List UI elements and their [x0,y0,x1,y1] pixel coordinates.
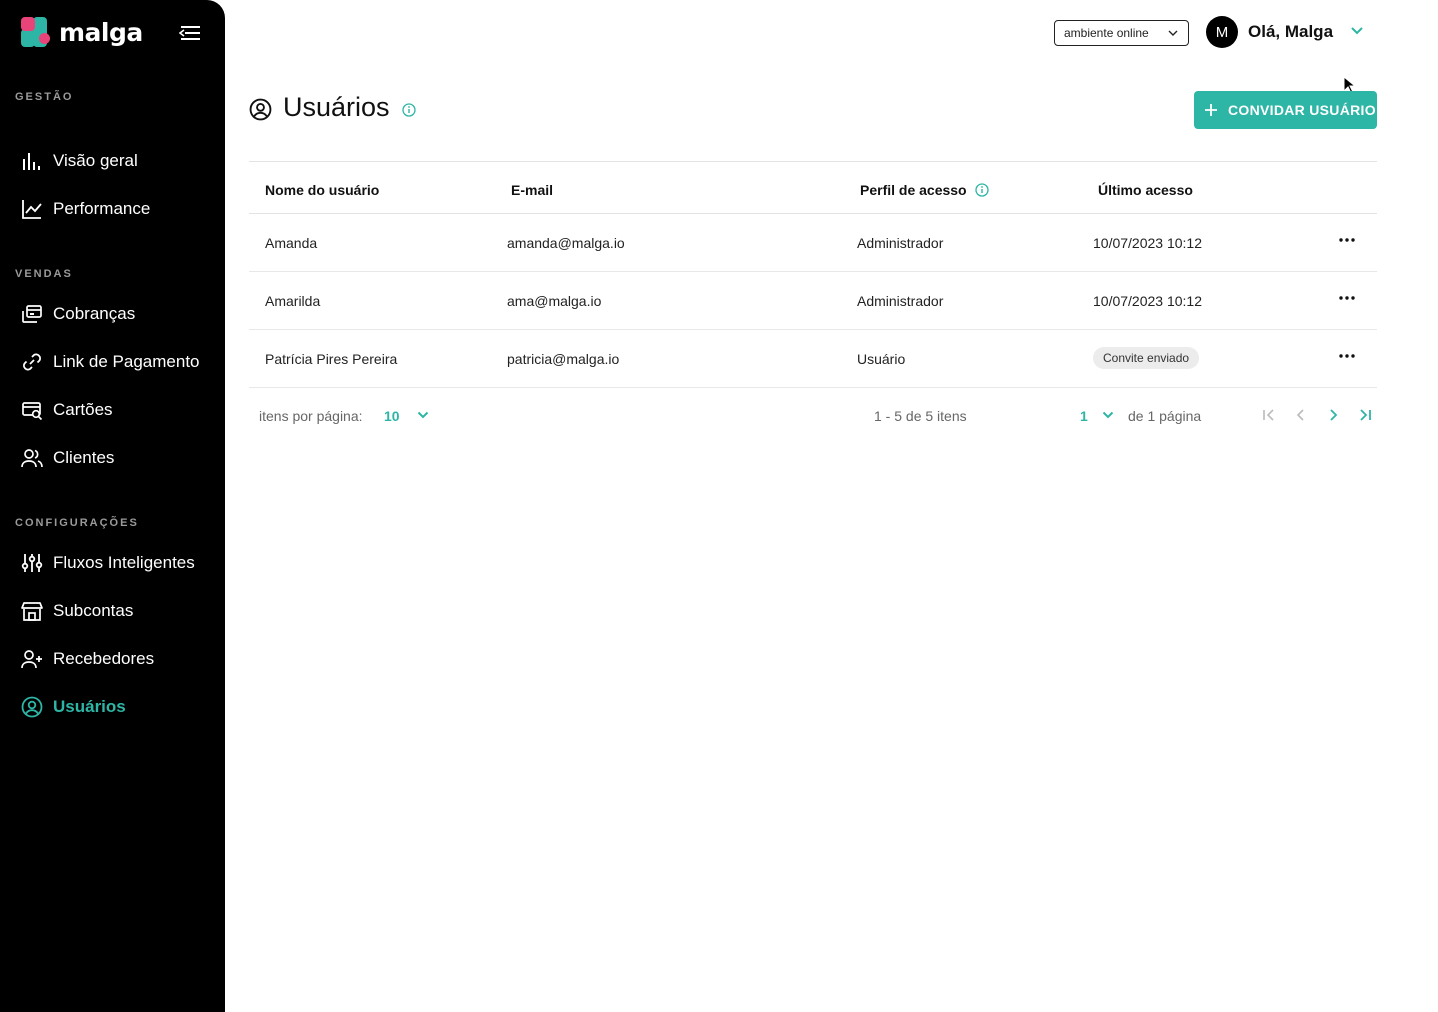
cell-last-access: 10/07/2023 10:12 [1093,293,1202,309]
card-search-icon [22,402,43,421]
sidebar-item-link-de-pagamento[interactable]: Link de Pagamento [21,349,200,375]
last-page-icon[interactable] [1358,408,1372,422]
items-per-page-select[interactable]: 10 [384,408,400,424]
cell-profile: Administrador [857,235,944,251]
sidebar-item-cobrancas[interactable]: Cobranças [21,301,135,327]
bar-chart-icon [23,153,40,170]
sidebar-item-fluxos-inteligentes[interactable]: Fluxos Inteligentes [21,550,195,576]
environment-select[interactable]: ambiente online [1054,20,1189,46]
previous-page-icon[interactable] [1294,408,1308,422]
sidebar-item-label: Performance [53,199,151,218]
chevron-down-icon [1168,30,1178,36]
cell-profile: Administrador [857,293,944,309]
section-label-gestao: GESTÃO [15,91,74,103]
sidebar-item-label: Clientes [53,448,115,467]
invite-user-label: CONVIDAR USUÁRIO [1228,102,1376,118]
cell-name: Patrícia Pires Pereira [265,351,398,367]
sidebar-item-recebedores[interactable]: Recebedores [21,646,154,672]
users-table: Nome do usuário E-mail Perfil de acesso … [249,161,1377,388]
avatar[interactable]: M [1206,16,1238,48]
status-badge: Convite enviado [1093,347,1200,369]
table-row[interactable]: Patrícia Pires Pereira patricia@malga.io… [249,330,1377,388]
link-icon [23,353,41,371]
more-options-icon[interactable] [1339,354,1355,358]
chevron-down-icon[interactable] [417,411,429,419]
sidebar-item-label: Cobranças [53,304,136,323]
user-circle-icon [21,696,43,718]
column-header-last-access: Último acesso [1098,182,1193,198]
sidebar: malga GESTÃO Visão geral Performance VEN… [0,0,225,1012]
user-plus-icon [21,650,42,669]
cell-last-access: 10/07/2023 10:12 [1093,235,1202,251]
pagination: itens por página: 10 1 - 5 de 5 itens 1 … [249,389,1377,443]
sidebar-item-performance[interactable]: Performance [21,196,150,222]
chevron-down-icon[interactable] [1350,26,1364,35]
cell-email: amanda@malga.io [507,235,625,251]
cell-email: ama@malga.io [507,293,602,309]
items-per-page-label: itens por página: [259,408,363,424]
cell-profile: Usuário [857,351,906,367]
column-header-email: E-mail [511,182,554,198]
menu-collapse-icon[interactable] [179,25,201,41]
first-page-icon[interactable] [1262,408,1276,422]
users-icon [21,449,43,468]
cell-name: Amanda [265,235,318,251]
total-pages: de 1 página [1128,408,1202,424]
sidebar-item-label: Recebedores [53,649,155,668]
sidebar-item-cartoes[interactable]: Cartões [21,397,113,423]
page-title: Usuários [283,92,390,122]
column-header-name: Nome do usuário [265,182,380,198]
sidebar-item-label: Cartões [53,400,113,419]
section-label-configuracoes: CONFIGURAÇÕES [15,517,139,529]
next-page-icon[interactable] [1326,408,1340,422]
sidebar-item-visao-geral[interactable]: Visão geral [21,148,138,174]
column-header-profile: Perfil de acesso [860,182,989,198]
charges-icon [22,305,42,323]
sliders-icon [21,554,43,572]
plus-icon [1205,104,1217,116]
info-icon[interactable] [402,103,416,117]
sidebar-item-label: Usuários [53,697,126,716]
cell-name: Amarilda [265,293,321,309]
brand-name: malga [59,17,143,47]
chevron-down-icon[interactable] [1102,411,1114,419]
sidebar-item-label: Link de Pagamento [53,352,200,371]
table-row[interactable]: Amanda amanda@malga.io Administrador 10/… [249,214,1377,272]
store-icon [21,602,43,621]
sidebar-item-subcontas[interactable]: Subcontas [21,598,133,624]
sidebar-item-label: Subcontas [53,601,134,620]
more-options-icon[interactable] [1339,296,1355,300]
sidebar-item-label: Fluxos Inteligentes [53,553,195,572]
items-range: 1 - 5 de 5 itens [874,408,967,424]
user-greeting[interactable]: Olá, Malga [1248,22,1333,42]
page-select[interactable]: 1 [1080,408,1088,424]
info-icon[interactable] [974,183,989,197]
sidebar-item-clientes[interactable]: Clientes [21,445,114,471]
cell-email: patricia@malga.io [507,351,620,367]
environment-value: ambiente online [1064,26,1149,40]
user-circle-icon [249,98,272,121]
sidebar-item-label: Visão geral [53,151,138,170]
table-header: Nome do usuário E-mail Perfil de acesso … [249,161,1377,214]
sidebar-item-usuarios[interactable]: Usuários [21,694,126,720]
line-chart-icon [22,200,42,219]
section-label-vendas: VENDAS [15,268,73,280]
table-row[interactable]: Amarilda ama@malga.io Administrador 10/0… [249,272,1377,330]
more-options-icon[interactable] [1339,238,1355,242]
invite-user-button[interactable]: CONVIDAR USUÁRIO [1194,91,1377,129]
brand-logo[interactable]: malga [21,17,143,47]
malga-logo-icon [21,17,51,47]
